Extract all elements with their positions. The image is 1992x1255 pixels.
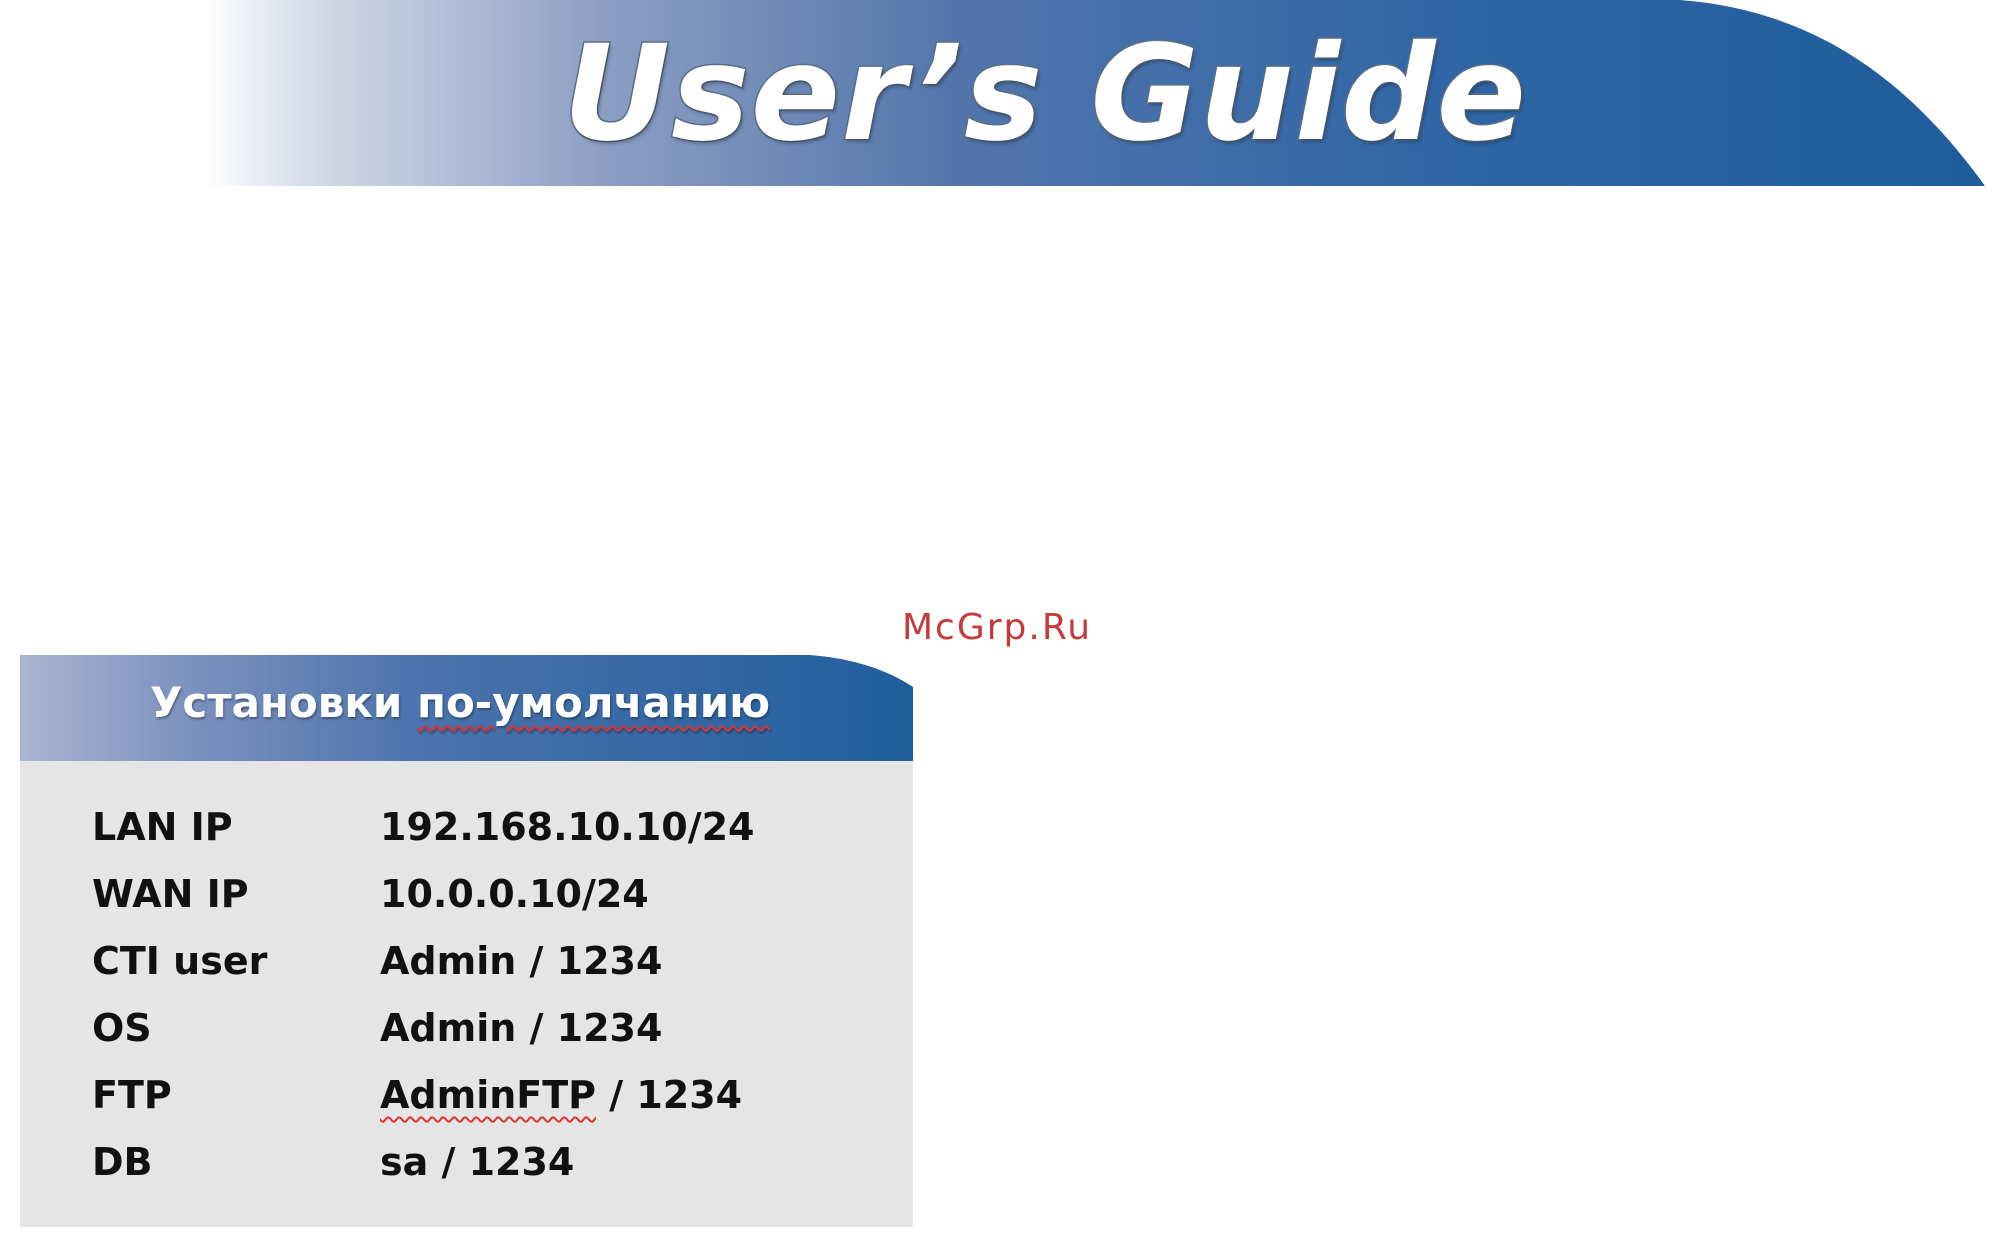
setting-label: FTP xyxy=(92,1073,172,1117)
panel-body: LAN IP 192.168.10.10/24 WAN IP 10.0.0.10… xyxy=(20,761,913,1227)
guide-title: User’s Guide xyxy=(561,16,1528,173)
setting-label: WAN IP xyxy=(92,872,249,916)
panel-title: Установки по-умолчанию xyxy=(20,675,900,731)
setting-value: Admin / 1234 xyxy=(380,1006,663,1050)
panel-title-word-1: Установки xyxy=(149,678,403,727)
setting-value: 10.0.0.10/24 xyxy=(380,872,649,916)
settings-row-lan-ip: LAN IP 192.168.10.10/24 xyxy=(92,801,892,868)
default-settings-panel: Установки по-умолчанию LAN IP 192.168.10… xyxy=(20,653,913,1227)
setting-value: sa / 1234 xyxy=(380,1140,575,1184)
panel-title-word-2: по-умолчанию xyxy=(416,678,771,727)
panel-header: Установки по-умолчанию xyxy=(20,653,913,761)
setting-label: DB xyxy=(92,1140,153,1184)
setting-value-password: / 1234 xyxy=(596,1073,743,1117)
settings-table: LAN IP 192.168.10.10/24 WAN IP 10.0.0.10… xyxy=(92,801,892,1203)
setting-value: AdminFTP / 1234 xyxy=(380,1069,742,1121)
settings-row-wan-ip: WAN IP 10.0.0.10/24 xyxy=(92,868,892,935)
header-banner: User’s Guide xyxy=(0,0,1992,190)
settings-row-db: DB sa / 1234 xyxy=(92,1136,892,1203)
watermark-text: McGrp.Ru xyxy=(902,607,1093,648)
setting-label: LAN IP xyxy=(92,805,233,849)
settings-row-os: OS Admin / 1234 xyxy=(92,1002,892,1069)
setting-value-user: AdminFTP xyxy=(380,1073,597,1117)
setting-value: 192.168.10.10/24 xyxy=(380,805,755,849)
setting-value: Admin / 1234 xyxy=(380,939,663,983)
setting-label: OS xyxy=(92,1006,152,1050)
settings-row-ftp: FTP AdminFTP / 1234 xyxy=(92,1069,892,1136)
setting-label: CTI user xyxy=(92,939,268,983)
settings-row-cti-user: CTI user Admin / 1234 xyxy=(92,935,892,1002)
